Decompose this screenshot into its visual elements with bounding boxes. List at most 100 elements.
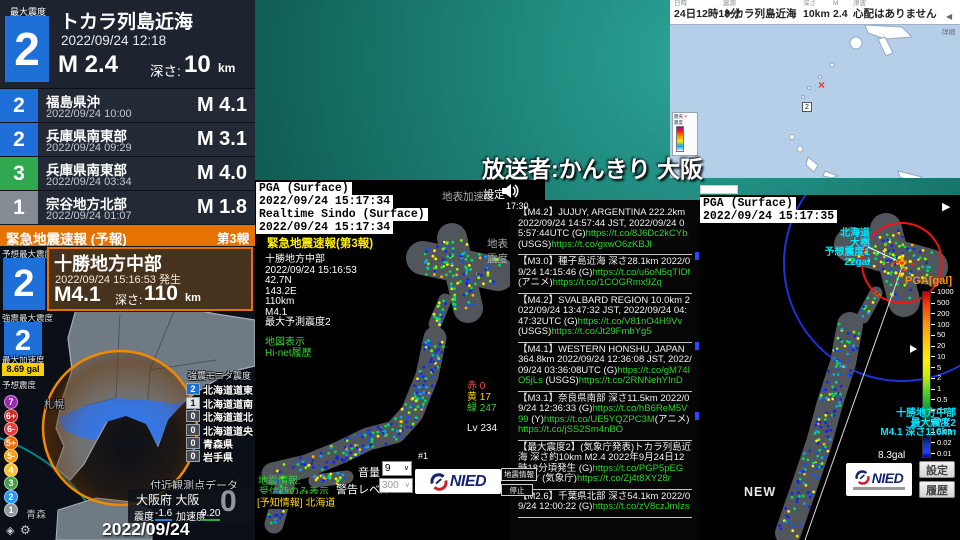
monitor-clock-small: 17:30	[506, 201, 529, 211]
feed-link[interactable]: https://t.co/1COGRmx9Zq	[553, 277, 662, 288]
expand-arrow-icon[interactable]: ▶	[942, 200, 950, 213]
kyoshin-monitor-national: PGA (Surface) 2022/09/24 15:17:34 Realti…	[255, 180, 510, 540]
jma-sea-map[interactable]	[670, 25, 960, 178]
jma-collapse-icon[interactable]: ◀	[946, 12, 952, 21]
featured-time: 2022/09/24 12:18	[61, 33, 167, 48]
quake-magnitude: M 4.0	[196, 162, 247, 184]
feed-text: (USGS)	[542, 375, 579, 386]
eew-magnitude: M4.1	[54, 283, 101, 306]
feed-text: (USGS)	[518, 326, 552, 337]
pga-title-box: PGA (Surface) 2022/09/24 15:17:34 Realti…	[256, 182, 428, 234]
feed-scroll-mark	[695, 252, 699, 260]
intensity-badge: 3	[0, 157, 38, 190]
map-label-aomori: 青森	[26, 510, 46, 521]
feed-item[interactable]: 【最大震度2】(気象庁発表)トカラ列島近海 深さ約10km M2.4 2022年…	[518, 441, 692, 490]
feed-link[interactable]: https://t.co/2RNNehYInD	[579, 375, 683, 386]
gear-icon[interactable]: ⚙	[20, 523, 31, 537]
sindo-title: Realtime Sindo (Surface)	[256, 208, 428, 221]
feed-link[interactable]: https://t.co/zV8czJmIzs	[592, 501, 689, 512]
callout-line: 22gal	[844, 256, 870, 268]
locate-icon[interactable]: ◈	[6, 524, 14, 537]
feed-item[interactable]: 【M3.1】奈良県南部 深さ11.5km 2022/09/24 12:36:33…	[518, 392, 692, 441]
jma-detail-tab[interactable]: 詳細	[942, 26, 955, 36]
pga-time: 2022/09/24 15:17:35	[700, 210, 838, 223]
eew-header: 緊急地震速報 (予報) 第3報	[0, 225, 255, 247]
jma-header-label: M	[833, 0, 839, 7]
level-indicator: Lv 234	[467, 423, 498, 434]
scale-tick: 20	[931, 341, 960, 352]
quake-history-panel: 札幌 青森 最大震度 2 トカラ列島近海 2022/09/24 12:18 M …	[0, 0, 255, 540]
jma-epicenter-mark: ×	[818, 78, 826, 92]
hypocenter-info: 十勝地方中部 2022/09/24 15:16:53 42.7N 143.2E 110k…	[265, 254, 357, 329]
feed-link[interactable]: https://t.co/gxwO6zKBJl	[551, 239, 651, 250]
station-callout: 北海道 大樹 予想震度1 22gal	[808, 229, 870, 267]
scale-tick: 200	[931, 309, 960, 320]
scale-tick: 1	[931, 384, 960, 395]
featured-quake[interactable]: 最大震度 2 トカラ列島近海 2022/09/24 12:18 M 2.4 深さ…	[0, 0, 255, 88]
settings-button[interactable]: 設定	[919, 461, 955, 478]
surface-sindo-label: 地表震度	[487, 238, 508, 265]
feed-item[interactable]: 【M3.0】種子島近海 深さ28.1km 2022/09/24 14:15:46…	[518, 255, 692, 294]
chevron-down-icon: ∨	[404, 482, 410, 489]
feed-item[interactable]: 【M4.2】SVALBARD REGION 10.0km 2022/09/24 …	[518, 294, 692, 343]
nied-swoosh-icon	[855, 470, 870, 485]
browser-chip	[700, 185, 738, 194]
map-label-sapporo: 札幌	[44, 400, 64, 411]
volume-select[interactable]: 9 ∨	[382, 461, 412, 476]
eew-detail-card: 十勝地方中部 2022/09/24 15:16:53 発生 M4.1 深さ: 1…	[47, 247, 253, 311]
feed-text: (アニメ)	[518, 277, 553, 288]
feed-link[interactable]: https://t.co/V81nO4H9Vv	[578, 316, 683, 327]
nearby-station-box: 大阪府 大阪 震度 -1.6 加速度 0.20 0	[128, 485, 252, 523]
pga-time: 2022/09/24 15:17:34	[256, 195, 394, 208]
pga-title: PGA (Surface)	[700, 197, 796, 210]
forecast-note: [予知情報] 北海道	[256, 494, 337, 509]
featured-intensity-badge: 2	[5, 16, 49, 82]
eew-depth-label: 深さ:	[115, 293, 143, 307]
quake-row[interactable]: 1 宗谷地方北部 2022/09/24 01:07 M 1.8	[0, 190, 255, 224]
history-button[interactable]: 履歴	[919, 481, 955, 498]
jma-header-value: 10km	[803, 8, 830, 20]
scale-tick: 100	[931, 319, 960, 330]
feed-link[interactable]: https://t.co/Zj4t8XY28r	[577, 473, 671, 484]
feed-text: (Y)	[528, 413, 544, 425]
scale-tick: 10	[931, 352, 960, 363]
scale-intensity-5+: 5+	[4, 435, 18, 450]
feed-item[interactable]: 【M4.1】WESTERN HONSHU, JAPAN 364.8km 2022…	[518, 343, 692, 392]
quake-magnitude: M 1.8	[196, 196, 247, 218]
quake-row[interactable]: 2 福島県沖 2022/09/24 10:00 M 4.1	[0, 88, 255, 122]
speaker-icon[interactable]	[500, 182, 520, 200]
screen: 放送者:かんきり 大阪 札幌 青森 最大震度 2 トカラ列島近海 2022/09…	[0, 0, 960, 540]
feed-text: (アニメ)	[654, 413, 690, 425]
quake-info-button[interactable]: 地震情報	[501, 468, 537, 481]
quake-time: 2022/09/24 10:00	[46, 108, 132, 120]
quake-row[interactable]: 3 兵庫県南東部 2022/09/24 03:34 M 4.0	[0, 156, 255, 190]
featured-depth-unit: km	[218, 61, 236, 75]
feed-link[interactable]: https://t.co/8J6Dc2kCYb	[586, 228, 688, 239]
hinet-history-link[interactable]: Hi-net履歴	[265, 344, 312, 359]
warn-level-select[interactable]: 300 ∨	[379, 478, 413, 493]
featured-magnitude: M 2.4	[58, 51, 119, 78]
broadcaster-caption: 放送者:かんきり 大阪	[482, 156, 704, 182]
jma-legend-intensity: 震度	[674, 120, 683, 125]
hypo-info-line: 110km	[265, 296, 295, 307]
volume-label: 音量	[358, 467, 380, 479]
collapse-arrow-icon[interactable]: ◀	[242, 231, 249, 242]
feed-link[interactable]: https://t.co/Jt29FmbYg5	[551, 326, 651, 337]
jma-header-label: 深さ	[803, 0, 816, 7]
feed-link[interactable]: https://t.co/jSS2Sm4nBO	[518, 424, 623, 435]
feed-link[interactable]: https://t.co/UE5YQZPC3M	[544, 414, 655, 425]
stop-button[interactable]: 停止	[501, 484, 533, 496]
scale-tick: 50	[931, 330, 960, 341]
feed-item[interactable]: 【M2.6】千葉県北部 深さ54.1km 2022/09/24 12:00:22…	[518, 490, 692, 518]
feed-link[interactable]: https://t.co/u6oN5qTIDf	[592, 267, 690, 278]
quake-time: 2022/09/24 03:34	[46, 176, 132, 188]
quake-row[interactable]: 2 兵庫県南東部 2022/09/24 09:29 M 3.1	[0, 122, 255, 156]
jma-header-value: 心配はありません	[853, 8, 937, 20]
nied-wordmark: NIED	[449, 472, 487, 490]
quake-magnitude: M 3.1	[196, 128, 247, 150]
jma-map-panel: 日時 24日12時18分 震源 トカラ列島近海 深さ 10km M 2.4 津波 心配はあ…	[670, 0, 960, 178]
eew-tweet-feed[interactable]: 【M4.2】JUJUY, ARGENTINA 222.2km 2022/09/2…	[510, 200, 700, 540]
feed-item[interactable]: 【M4.2】JUJUY, ARGENTINA 222.2km 2022/09/2…	[518, 206, 692, 255]
epicenter-line: M4.1 深さ116km	[880, 427, 956, 438]
pred-scale-label: 予想震度	[2, 380, 37, 390]
